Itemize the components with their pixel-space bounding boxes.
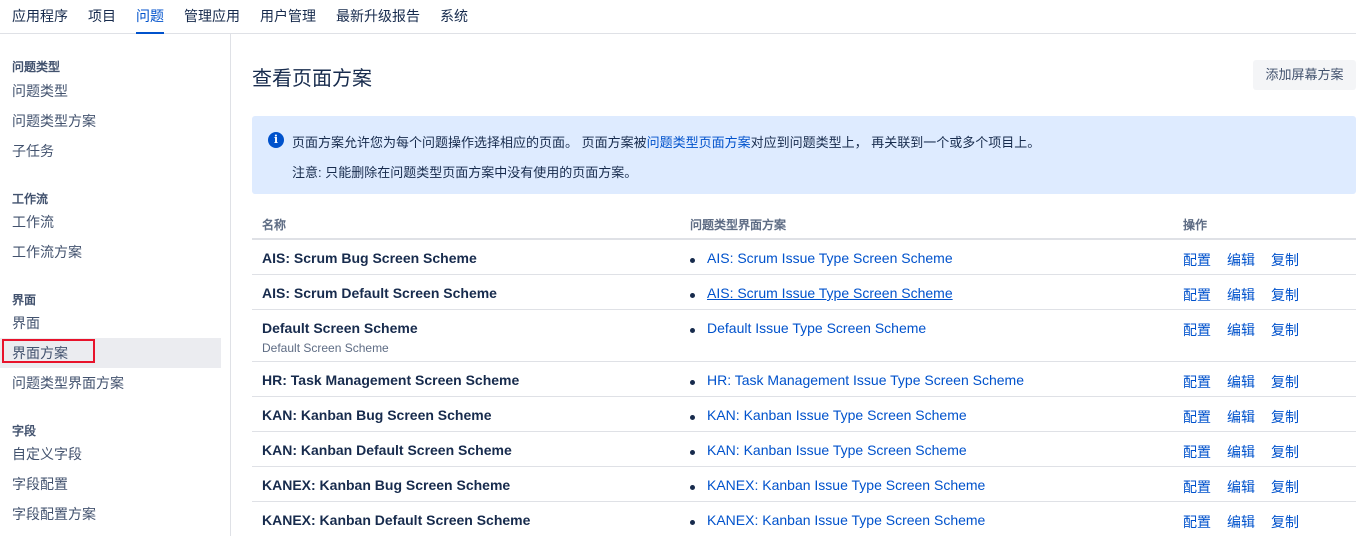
table-row: Default Screen Scheme Default Screen Sch… [252, 310, 1356, 362]
bullet [690, 293, 695, 298]
page-title: 查看页面方案 [252, 68, 372, 90]
configure-link[interactable]: 配置 [1183, 250, 1211, 270]
scheme-name: AIS: Scrum Default Screen Scheme [262, 285, 497, 301]
sidebar-item-workflow-schemes[interactable]: 工作流方案 [0, 237, 221, 267]
configure-link[interactable]: 配置 [1183, 442, 1211, 462]
add-screen-scheme-button[interactable]: 添加屏幕方案 [1253, 60, 1356, 90]
configure-link[interactable]: 配置 [1183, 320, 1211, 340]
issue-type-screen-scheme-link[interactable]: KAN: Kanban Issue Type Screen Scheme [707, 442, 967, 458]
table-row: AIS: Scrum Default Screen Scheme AIS: Sc… [252, 275, 1356, 310]
issue-type-screen-scheme-link[interactable]: AIS: Scrum Issue Type Screen Scheme [707, 250, 953, 266]
sidebar-item-field-configuration-schemes[interactable]: 字段配置方案 [0, 499, 221, 529]
sidebar-heading-workflows: 工作流 [12, 192, 49, 206]
tab-system[interactable]: 系统 [440, 0, 468, 34]
issue-type-screen-scheme-link[interactable]: KANEX: Kanban Issue Type Screen Scheme [707, 512, 985, 528]
info-text-part: 对应到问题类型上， 再关联到一个或多个项目上。 [750, 135, 1041, 150]
configure-link[interactable]: 配置 [1183, 407, 1211, 427]
tab-projects[interactable]: 项目 [88, 0, 116, 34]
edit-link[interactable]: 编辑 [1227, 320, 1255, 340]
info-text-part: 页面方案允许您为每个问题操作选择相应的页面。 页面方案被 [292, 135, 647, 150]
tab-applications[interactable]: 应用程序 [12, 0, 68, 34]
sidebar-item-screen-schemes[interactable]: 界面方案 [0, 338, 221, 368]
copy-link[interactable]: 复制 [1271, 285, 1299, 305]
sidebar-heading-fields: 字段 [12, 424, 37, 438]
sidebar-item-workflows[interactable]: 工作流 [0, 207, 221, 237]
copy-link[interactable]: 复制 [1271, 320, 1299, 340]
copy-link[interactable]: 复制 [1271, 372, 1299, 392]
edit-link[interactable]: 编辑 [1227, 407, 1255, 427]
table-row: HR: Task Management Screen Scheme HR: Ta… [252, 362, 1356, 397]
bullet [690, 415, 695, 420]
info-message: i 页面方案允许您为每个问题操作选择相应的页面。 页面方案被问题类型页面方案对应… [252, 116, 1356, 194]
sidebar-item-field-configurations[interactable]: 字段配置 [0, 469, 221, 499]
info-text-line2: 注意: 只能删除在问题类型页面方案中没有使用的页面方案。 [292, 165, 638, 180]
copy-link[interactable]: 复制 [1271, 250, 1299, 270]
issue-type-screen-scheme-link[interactable]: HR: Task Management Issue Type Screen Sc… [707, 372, 1024, 388]
scheme-name: KAN: Kanban Default Screen Scheme [262, 442, 512, 458]
selection-highlight-box [2, 339, 95, 363]
sidebar-heading-issue-types: 问题类型 [12, 60, 61, 74]
issue-type-screen-scheme-link[interactable]: KAN: Kanban Issue Type Screen Scheme [707, 407, 967, 423]
scheme-name: Default Screen Scheme [262, 320, 418, 336]
edit-link[interactable]: 编辑 [1227, 250, 1255, 270]
top-nav: 应用程序 项目 问题 管理应用 用户管理 最新升级报告 系统 [0, 0, 1356, 34]
scheme-name: KANEX: Kanban Default Screen Scheme [262, 512, 531, 528]
copy-link[interactable]: 复制 [1271, 512, 1299, 532]
table-row: KAN: Kanban Default Screen Scheme KAN: K… [252, 432, 1356, 467]
bullet [690, 380, 695, 385]
edit-link[interactable]: 编辑 [1227, 477, 1255, 497]
issue-type-screen-scheme-link[interactable]: AIS: Scrum Issue Type Screen Scheme [707, 285, 953, 301]
copy-link[interactable]: 复制 [1271, 477, 1299, 497]
sidebar-heading-screens: 界面 [12, 293, 37, 307]
tab-issues[interactable]: 问题 [136, 0, 164, 34]
edit-link[interactable]: 编辑 [1227, 372, 1255, 392]
edit-link[interactable]: 编辑 [1227, 442, 1255, 462]
table-row: KANEX: Kanban Bug Screen Scheme KANEX: K… [252, 467, 1356, 502]
bullet [690, 520, 695, 525]
sidebar-item-issue-type-schemes[interactable]: 问题类型方案 [0, 106, 221, 136]
issue-type-screen-scheme-link[interactable]: KANEX: Kanban Issue Type Screen Scheme [707, 477, 985, 493]
column-header-operations: 操作 [1183, 218, 1208, 232]
issue-type-screen-scheme-link[interactable]: 问题类型页面方案 [647, 135, 751, 150]
configure-link[interactable]: 配置 [1183, 372, 1211, 392]
sidebar-item-issue-type-screen-schemes[interactable]: 问题类型界面方案 [0, 368, 221, 398]
bullet [690, 450, 695, 455]
sidebar-item-custom-fields[interactable]: 自定义字段 [0, 439, 221, 469]
scheme-name: HR: Task Management Screen Scheme [262, 372, 520, 388]
copy-link[interactable]: 复制 [1271, 442, 1299, 462]
scheme-name: AIS: Scrum Bug Screen Scheme [262, 250, 477, 266]
table-header: 名称 问题类型界面方案 操作 [252, 206, 1356, 240]
tab-latest-upgrade-report[interactable]: 最新升级报告 [336, 0, 420, 34]
table-row: KANEX: Kanban Default Screen Scheme KANE… [252, 502, 1356, 536]
scheme-name: KAN: Kanban Bug Screen Scheme [262, 407, 492, 423]
table-row: KAN: Kanban Bug Screen Scheme KAN: Kanba… [252, 397, 1356, 432]
column-header-name: 名称 [262, 218, 287, 232]
bullet [690, 328, 695, 333]
bullet [690, 258, 695, 263]
sidebar-item-subtasks[interactable]: 子任务 [0, 136, 221, 166]
info-text-line1: 页面方案允许您为每个问题操作选择相应的页面。 页面方案被问题类型页面方案对应到问… [292, 132, 1040, 151]
configure-link[interactable]: 配置 [1183, 285, 1211, 305]
sidebar: 问题类型 问题类型 问题类型方案 子任务 工作流 工作流 工作流方案 界面 界面… [0, 34, 231, 536]
issue-type-screen-scheme-link[interactable]: Default Issue Type Screen Scheme [707, 320, 926, 336]
info-icon: i [268, 132, 284, 148]
scheme-description: Default Screen Scheme [262, 341, 389, 355]
column-header-issue-type-screen-scheme: 问题类型界面方案 [690, 218, 787, 232]
table-row: AIS: Scrum Bug Screen Scheme AIS: Scrum … [252, 240, 1356, 275]
tab-user-management[interactable]: 用户管理 [260, 0, 316, 34]
sidebar-item-issue-types[interactable]: 问题类型 [0, 76, 221, 106]
copy-link[interactable]: 复制 [1271, 407, 1299, 427]
tab-manage-apps[interactable]: 管理应用 [184, 0, 240, 34]
edit-link[interactable]: 编辑 [1227, 285, 1255, 305]
configure-link[interactable]: 配置 [1183, 512, 1211, 532]
sidebar-item-screens[interactable]: 界面 [0, 308, 221, 338]
configure-link[interactable]: 配置 [1183, 477, 1211, 497]
edit-link[interactable]: 编辑 [1227, 512, 1255, 532]
bullet [690, 485, 695, 490]
scheme-name: KANEX: Kanban Bug Screen Scheme [262, 477, 511, 493]
